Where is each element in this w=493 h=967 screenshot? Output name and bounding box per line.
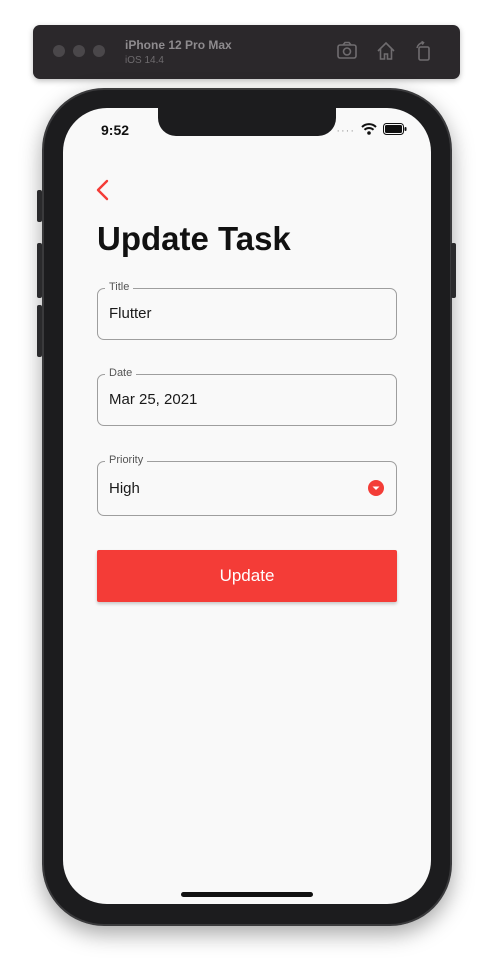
title-field-label: Title xyxy=(105,281,134,293)
volume-up-button xyxy=(37,243,42,298)
wifi-icon xyxy=(361,122,377,140)
date-field[interactable]: Date Mar 25, 2021 xyxy=(97,367,397,426)
simulator-toolbar: iPhone 12 Pro Max iOS 14.4 xyxy=(33,25,460,79)
back-button[interactable] xyxy=(93,178,117,202)
home-icon[interactable] xyxy=(375,40,397,62)
title-field-value[interactable]: Flutter xyxy=(109,305,152,322)
device-name: iPhone 12 Pro Max xyxy=(125,38,232,52)
signal-icon: ···· xyxy=(336,125,355,137)
priority-dropdown[interactable]: Priority High xyxy=(97,454,397,516)
status-icons: ···· xyxy=(336,122,407,140)
os-version: iOS 14.4 xyxy=(125,55,164,66)
chevron-left-icon xyxy=(96,179,109,201)
zoom-window-dot[interactable] xyxy=(93,45,105,57)
mute-switch xyxy=(37,190,42,222)
notch xyxy=(158,108,336,136)
rotate-icon[interactable] xyxy=(413,40,435,62)
date-field-label: Date xyxy=(105,367,137,379)
title-field[interactable]: Title Flutter xyxy=(97,281,397,340)
battery-icon xyxy=(383,122,407,140)
home-indicator xyxy=(181,892,313,897)
dropdown-arrow-icon[interactable] xyxy=(368,480,384,496)
update-button[interactable]: Update xyxy=(97,550,397,602)
volume-down-button xyxy=(37,305,42,357)
power-button xyxy=(451,243,456,298)
priority-field-label: Priority xyxy=(105,454,148,466)
app-screen: 9:52 ···· Update Task Title Flutter Date… xyxy=(63,108,431,904)
screenshot-icon[interactable] xyxy=(336,40,358,62)
date-field-value[interactable]: Mar 25, 2021 xyxy=(109,391,197,408)
status-time: 9:52 xyxy=(101,122,130,138)
minimize-window-dot[interactable] xyxy=(73,45,85,57)
page-title: Update Task xyxy=(97,220,291,257)
priority-selected-value: High xyxy=(109,480,140,497)
close-window-dot[interactable] xyxy=(53,45,65,57)
